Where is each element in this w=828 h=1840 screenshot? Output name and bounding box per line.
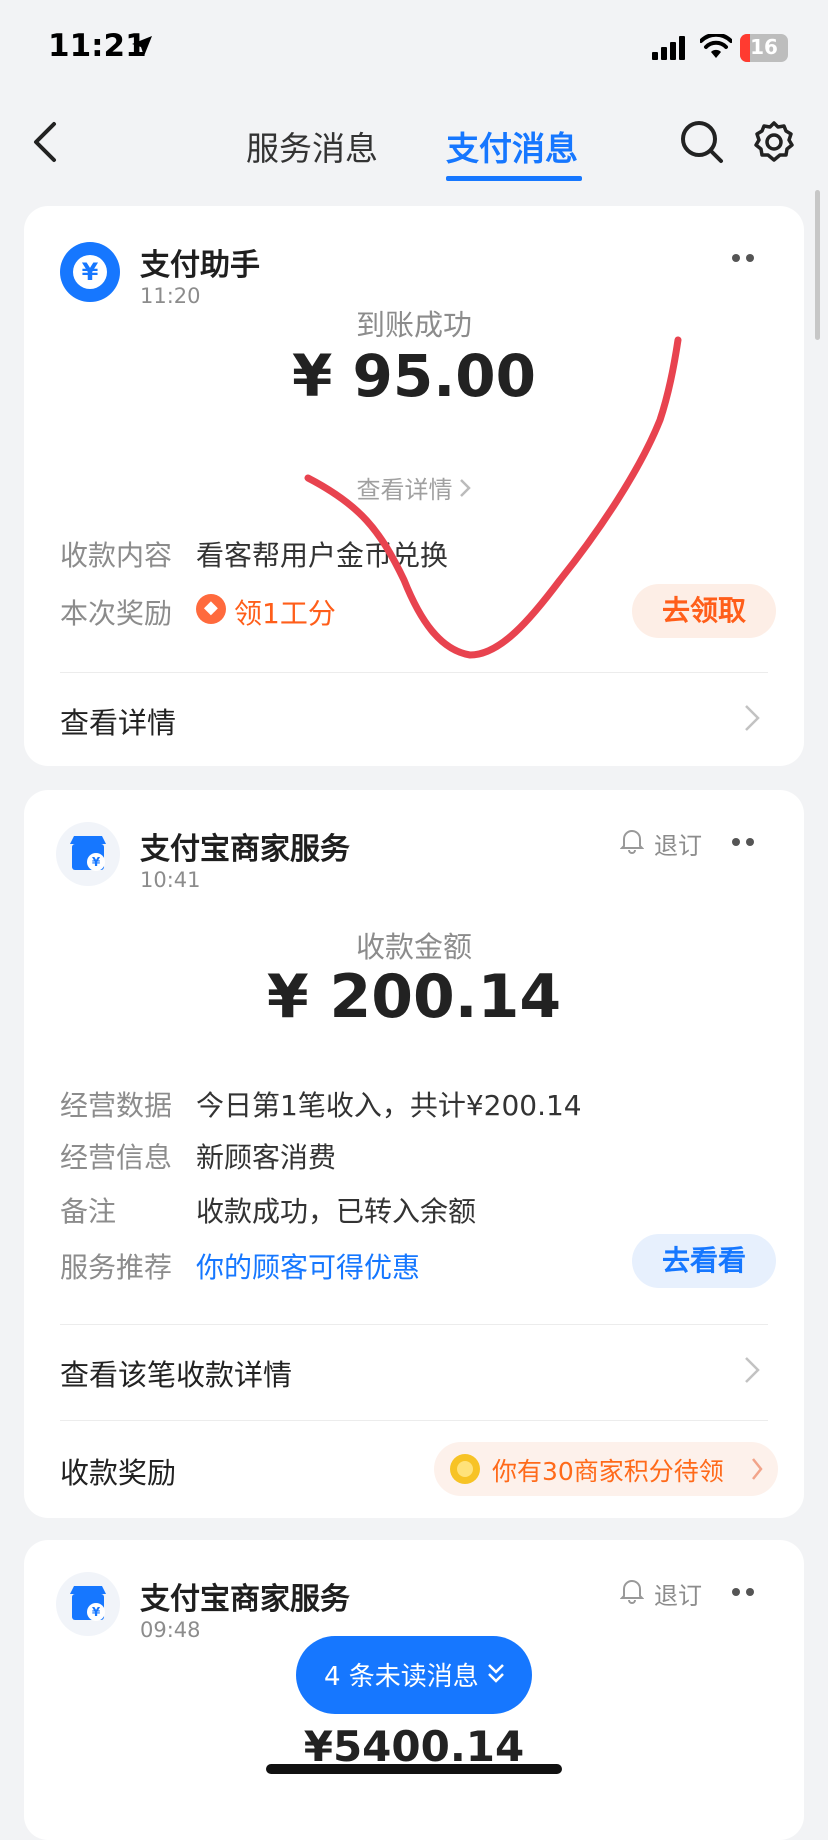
divider (60, 672, 768, 673)
row-value-content: 看客帮用户金币兑换 (196, 539, 449, 572)
bell-icon[interactable] (620, 1578, 644, 1604)
more-options-icon[interactable] (730, 1586, 758, 1598)
payment-detail-row[interactable]: 查看该笔收款详情 (60, 1352, 292, 1394)
message-time: 09:48 (140, 1618, 201, 1642)
row-label-recommendation: 服务推荐 (60, 1251, 173, 1284)
sender-name: 支付助手 (140, 248, 260, 283)
divider (60, 1420, 768, 1421)
unread-messages-button[interactable]: 4 条未读消息 (296, 1636, 532, 1714)
row-value-reward: 领1工分 (234, 597, 336, 630)
row-value-business-info: 新顾客消费 (196, 1141, 337, 1174)
view-detail-label: 查看详情 (356, 476, 453, 504)
merchant-points-text: 你有30商家积分待领 (492, 1457, 724, 1486)
row-label-business-data: 经营数据 (60, 1089, 173, 1122)
double-chevron-down-icon (488, 1664, 504, 1683)
row-value-business-data: 今日第1笔收入，共计¥200.14 (196, 1089, 582, 1122)
tab-payment-messages[interactable]: 支付消息 (446, 122, 578, 170)
tab-service-messages[interactable]: 服务消息 (246, 122, 378, 170)
back-chevron-icon[interactable] (28, 118, 64, 166)
reward-badge-icon: ◆ (196, 594, 226, 624)
row-value-recommendation[interactable]: 你的顾客可得优惠 (196, 1246, 420, 1286)
sender-name: 支付宝商家服务 (140, 832, 350, 867)
top-nav: 服务消息 支付消息 (0, 100, 828, 190)
wifi-icon (700, 34, 732, 58)
sender-name: 支付宝商家服务 (140, 1582, 350, 1617)
battery-indicator: 16 (740, 34, 788, 62)
store-icon: ¥ (70, 836, 106, 871)
svg-text:¥: ¥ (92, 855, 101, 869)
status-title: 收款金额 (355, 930, 472, 964)
amount: ¥ 200.14 (266, 962, 562, 1032)
bell-icon[interactable] (620, 828, 644, 854)
divider (60, 1324, 768, 1325)
svg-text:¥: ¥ (92, 1605, 101, 1619)
gear-icon[interactable] (752, 120, 796, 164)
chevron-right-icon (745, 705, 760, 731)
location-arrow-icon (132, 36, 152, 56)
cellular-signal-icon (652, 36, 685, 60)
view-detail-row[interactable]: 查看详情 (60, 700, 176, 742)
yen-icon: ¥ (73, 255, 107, 289)
merchant-points-pill[interactable]: 你有30商家积分待领 (434, 1442, 778, 1496)
more-options-icon[interactable] (730, 252, 758, 264)
scrollbar[interactable] (815, 190, 820, 340)
search-icon[interactable] (678, 118, 726, 166)
message-card-payment-assistant[interactable]: ¥ 支付助手 11:20 到账成功 ¥ 95.00 查看详情 收款内容 看客帮用… (24, 206, 804, 766)
unread-messages-label: 4 条未读消息 (324, 1662, 479, 1692)
row-label-content: 收款内容 (60, 539, 173, 572)
payment-reward-label: 收款奖励 (60, 1456, 177, 1490)
more-options-icon[interactable] (730, 836, 758, 848)
merchant-service-avatar: ¥ (56, 822, 120, 886)
claim-button[interactable]: 去领取 (632, 584, 776, 638)
battery-level: 16 (750, 35, 778, 59)
message-card-merchant-service[interactable]: ¥ 支付宝商家服务 10:41 退订 收款金额 ¥ 200.14 经营数据 今日… (24, 790, 804, 1518)
row-value-note: 收款成功，已转入余额 (196, 1195, 477, 1228)
chevron-right-icon (752, 1458, 763, 1480)
store-icon: ¥ (70, 1586, 106, 1621)
unsubscribe-button[interactable]: 退订 (654, 1576, 702, 1611)
row-label-reward: 本次奖励 (60, 597, 173, 630)
status-title: 到账成功 (355, 308, 472, 342)
payment-assistant-avatar: ¥ (60, 242, 120, 302)
row-label-business-info: 经营信息 (60, 1141, 173, 1174)
merchant-service-avatar: ¥ (56, 1572, 120, 1636)
view-detail-link[interactable]: 查看详情 (24, 470, 804, 505)
amount: ¥ 95.00 (291, 342, 536, 410)
row-label-note: 备注 (60, 1195, 117, 1228)
chevron-right-icon (459, 479, 471, 497)
unsubscribe-button[interactable]: 退订 (654, 826, 702, 861)
chevron-right-icon (745, 1357, 760, 1383)
coin-icon (450, 1454, 480, 1484)
status-bar: 11:21 16 (0, 0, 828, 100)
active-tab-indicator (446, 176, 582, 181)
home-indicator (266, 1764, 562, 1774)
view-button[interactable]: 去看看 (632, 1234, 776, 1288)
message-time: 10:41 (140, 868, 201, 892)
